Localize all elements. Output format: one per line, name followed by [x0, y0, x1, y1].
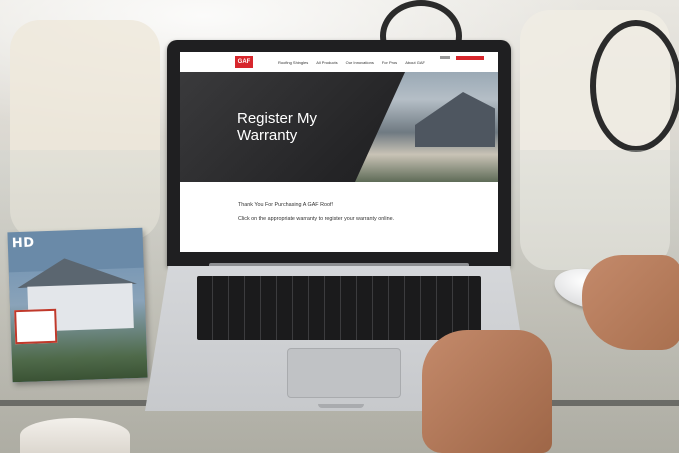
wrought-iron-scroll	[590, 20, 679, 152]
hero-title: Register My Warranty	[237, 110, 318, 144]
instructions-text: Click on the appropriate warranty to reg…	[238, 216, 395, 222]
magazine: HD	[7, 227, 148, 383]
nav-item-about-gaf[interactable]: About GAF	[405, 60, 425, 65]
coffee-mug	[20, 418, 130, 453]
site-nav: Roofing Shingles All Products Our Innova…	[278, 60, 425, 65]
laptop-screen: GAF Roofing Shingles All Products Our In…	[180, 52, 498, 252]
laptop-trackpad	[287, 348, 401, 398]
laptop-notch	[318, 404, 364, 408]
thank-you-text: Thank You For Purchasing A GAF Roof!	[238, 202, 333, 208]
header-cta-button[interactable]	[456, 56, 484, 60]
header-link[interactable]	[440, 56, 450, 59]
site-header: GAF Roofing Shingles All Products Our In…	[180, 52, 498, 73]
nav-item-for-pros[interactable]: For Pros	[382, 60, 397, 65]
left-hand	[422, 330, 552, 453]
nav-item-our-innovations[interactable]: Our Innovations	[346, 60, 374, 65]
gaf-logo[interactable]: GAF	[235, 56, 253, 68]
magazine-title: HD	[11, 235, 35, 252]
nav-item-roofing-shingles[interactable]: Roofing Shingles	[278, 60, 308, 65]
hero-banner: Register My Warranty	[180, 72, 498, 182]
right-hand	[582, 255, 679, 350]
magazine-badge	[14, 308, 58, 345]
photo-scene: HD GAF Roofing Shingles All Products Our…	[0, 0, 679, 453]
laptop-keyboard	[197, 276, 481, 340]
page-content: Thank You For Purchasing A GAF Roof! Cli…	[180, 182, 498, 252]
nav-item-all-products[interactable]: All Products	[316, 60, 337, 65]
